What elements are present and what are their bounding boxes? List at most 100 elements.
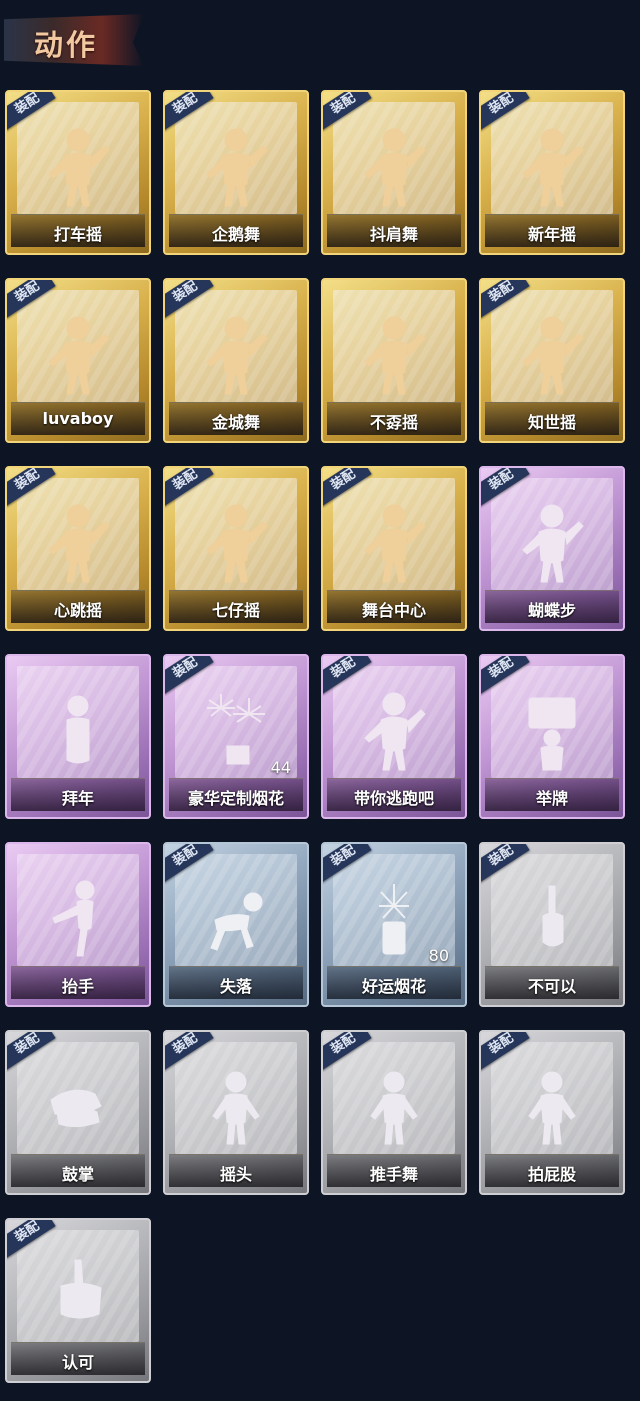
page-title: 动作 [34,28,99,62]
card-label-bar: 抬手 [11,966,145,999]
emote-name: 新年摇 [527,225,576,244]
emote-name: 知世摇 [527,413,576,432]
emote-name: 心跳摇 [53,601,102,620]
emote-card[interactable]: 装配 金城舞 [163,278,309,443]
clapping-hands-icon [43,1064,113,1148]
crawling-figure-icon [201,876,271,960]
emote-card[interactable]: 装配 带你逃跑吧 [321,654,467,819]
emote-name: 拍屁股 [527,1165,576,1184]
dancer-icon [517,124,587,208]
firework-can-icon [359,876,429,960]
emote-name: 七仔摇 [211,601,260,620]
bowing-figure-icon [43,688,113,772]
card-label-bar: luvaboy [11,402,145,435]
emote-name: 打车摇 [53,225,102,244]
emote-name: 摇头 [219,1165,252,1184]
emote-name: 带你逃跑吧 [353,789,434,808]
dancer-icon [359,688,429,772]
card-label-bar: 不孬摇 [327,402,461,435]
emote-card[interactable]: 抬手 [5,842,151,1007]
emote-name: 推手舞 [369,1165,418,1184]
card-label-bar: 认可 [11,1342,145,1375]
card-label-bar: 新年摇 [485,214,619,247]
emote-card[interactable]: 44 装配 豪华定制烟花 [163,654,309,819]
card-label-bar: 好运烟花 [327,966,461,999]
emote-card[interactable]: 装配 心跳摇 [5,466,151,631]
emote-card[interactable]: 装配 不可以 [479,842,625,1007]
dancer-icon [43,124,113,208]
emote-card[interactable]: 装配 失落 [163,842,309,1007]
emote-card[interactable]: 装配 摇头 [163,1030,309,1195]
emote-card[interactable]: 装配 鼓掌 [5,1030,151,1195]
emote-card[interactable]: 装配 舞台中心 [321,466,467,631]
emote-card[interactable]: 装配 七仔摇 [163,466,309,631]
emote-name: 举牌 [535,789,568,808]
emote-name: 抖肩舞 [369,225,418,244]
sign-holder-icon [517,688,587,772]
emote-card[interactable]: 装配 打车摇 [5,90,151,255]
item-count: 44 [270,758,291,777]
card-label-bar: 鼓掌 [11,1154,145,1187]
emote-name: 豪华定制烟花 [187,789,284,808]
dancer-icon [43,312,113,396]
emote-name: 拜年 [61,789,94,808]
card-label-bar: 推手舞 [327,1154,461,1187]
card-label-bar: 七仔摇 [169,590,303,623]
emote-name: 不可以 [527,977,576,996]
finger-wag-icon [517,876,587,960]
emote-name: luvaboy [42,409,114,428]
emote-name: 舞台中心 [361,601,426,620]
card-label-bar: 豪华定制烟花 [169,778,303,811]
fireworks-icon [201,688,271,772]
dancer-icon [517,500,587,584]
emote-card[interactable]: 装配 举牌 [479,654,625,819]
card-label-bar: 带你逃跑吧 [327,778,461,811]
card-label-bar: 蝴蝶步 [485,590,619,623]
section-header: 动作 [4,6,154,76]
card-label-bar: 舞台中心 [327,590,461,623]
emote-name: 蝴蝶步 [527,601,576,620]
emote-card[interactable]: 装配 知世摇 [479,278,625,443]
emote-card[interactable]: 装配 新年摇 [479,90,625,255]
emote-card[interactable]: 装配 认可 [5,1218,151,1383]
card-label-bar: 摇头 [169,1154,303,1187]
card-label-bar: 心跳摇 [11,590,145,623]
dancer-icon [43,500,113,584]
emote-name: 抬手 [61,977,94,996]
dancer-icon [201,312,271,396]
card-label-bar: 企鹅舞 [169,214,303,247]
wave-figure-icon [43,876,113,960]
card-label-bar: 失落 [169,966,303,999]
emote-name: 企鹅舞 [211,225,260,244]
emote-card[interactable]: 不孬摇 [321,278,467,443]
emote-card[interactable]: 装配 抖肩舞 [321,90,467,255]
emote-name: 鼓掌 [61,1165,94,1184]
emote-card[interactable]: 80 装配 好运烟花 [321,842,467,1007]
emote-card[interactable]: 装配 企鹅舞 [163,90,309,255]
emote-name: 好运烟花 [361,977,426,996]
dancer-icon [359,124,429,208]
dancer-icon [359,500,429,584]
card-label-bar: 拍屁股 [485,1154,619,1187]
card-label-bar: 知世摇 [485,402,619,435]
card-label-bar: 不可以 [485,966,619,999]
item-count: 80 [428,946,449,965]
dancer-icon [201,500,271,584]
dancer-icon [201,124,271,208]
emote-card[interactable]: 装配 蝴蝶步 [479,466,625,631]
emote-card[interactable]: 拜年 [5,654,151,819]
thumbs-up-icon [43,1252,113,1336]
emote-card[interactable]: 装配 拍屁股 [479,1030,625,1195]
dancer-icon [359,312,429,396]
emote-name: 不孬摇 [369,413,418,432]
figure-icon [517,1064,587,1148]
emote-card[interactable]: 装配 推手舞 [321,1030,467,1195]
emote-grid: 装配 打车摇 装配 企鹅舞 装配 抖肩舞 装配 新年摇装配 luvaboy 装配 金城舞不孬摇 装配知… [5,90,637,1383]
emote-name: 失落 [219,977,252,996]
dancer-icon [517,312,587,396]
emote-name: 金城舞 [211,413,260,432]
emote-card[interactable]: 装配 luvaboy [5,278,151,443]
figure-icon [201,1064,271,1148]
card-label-bar: 拜年 [11,778,145,811]
card-label-bar: 金城舞 [169,402,303,435]
